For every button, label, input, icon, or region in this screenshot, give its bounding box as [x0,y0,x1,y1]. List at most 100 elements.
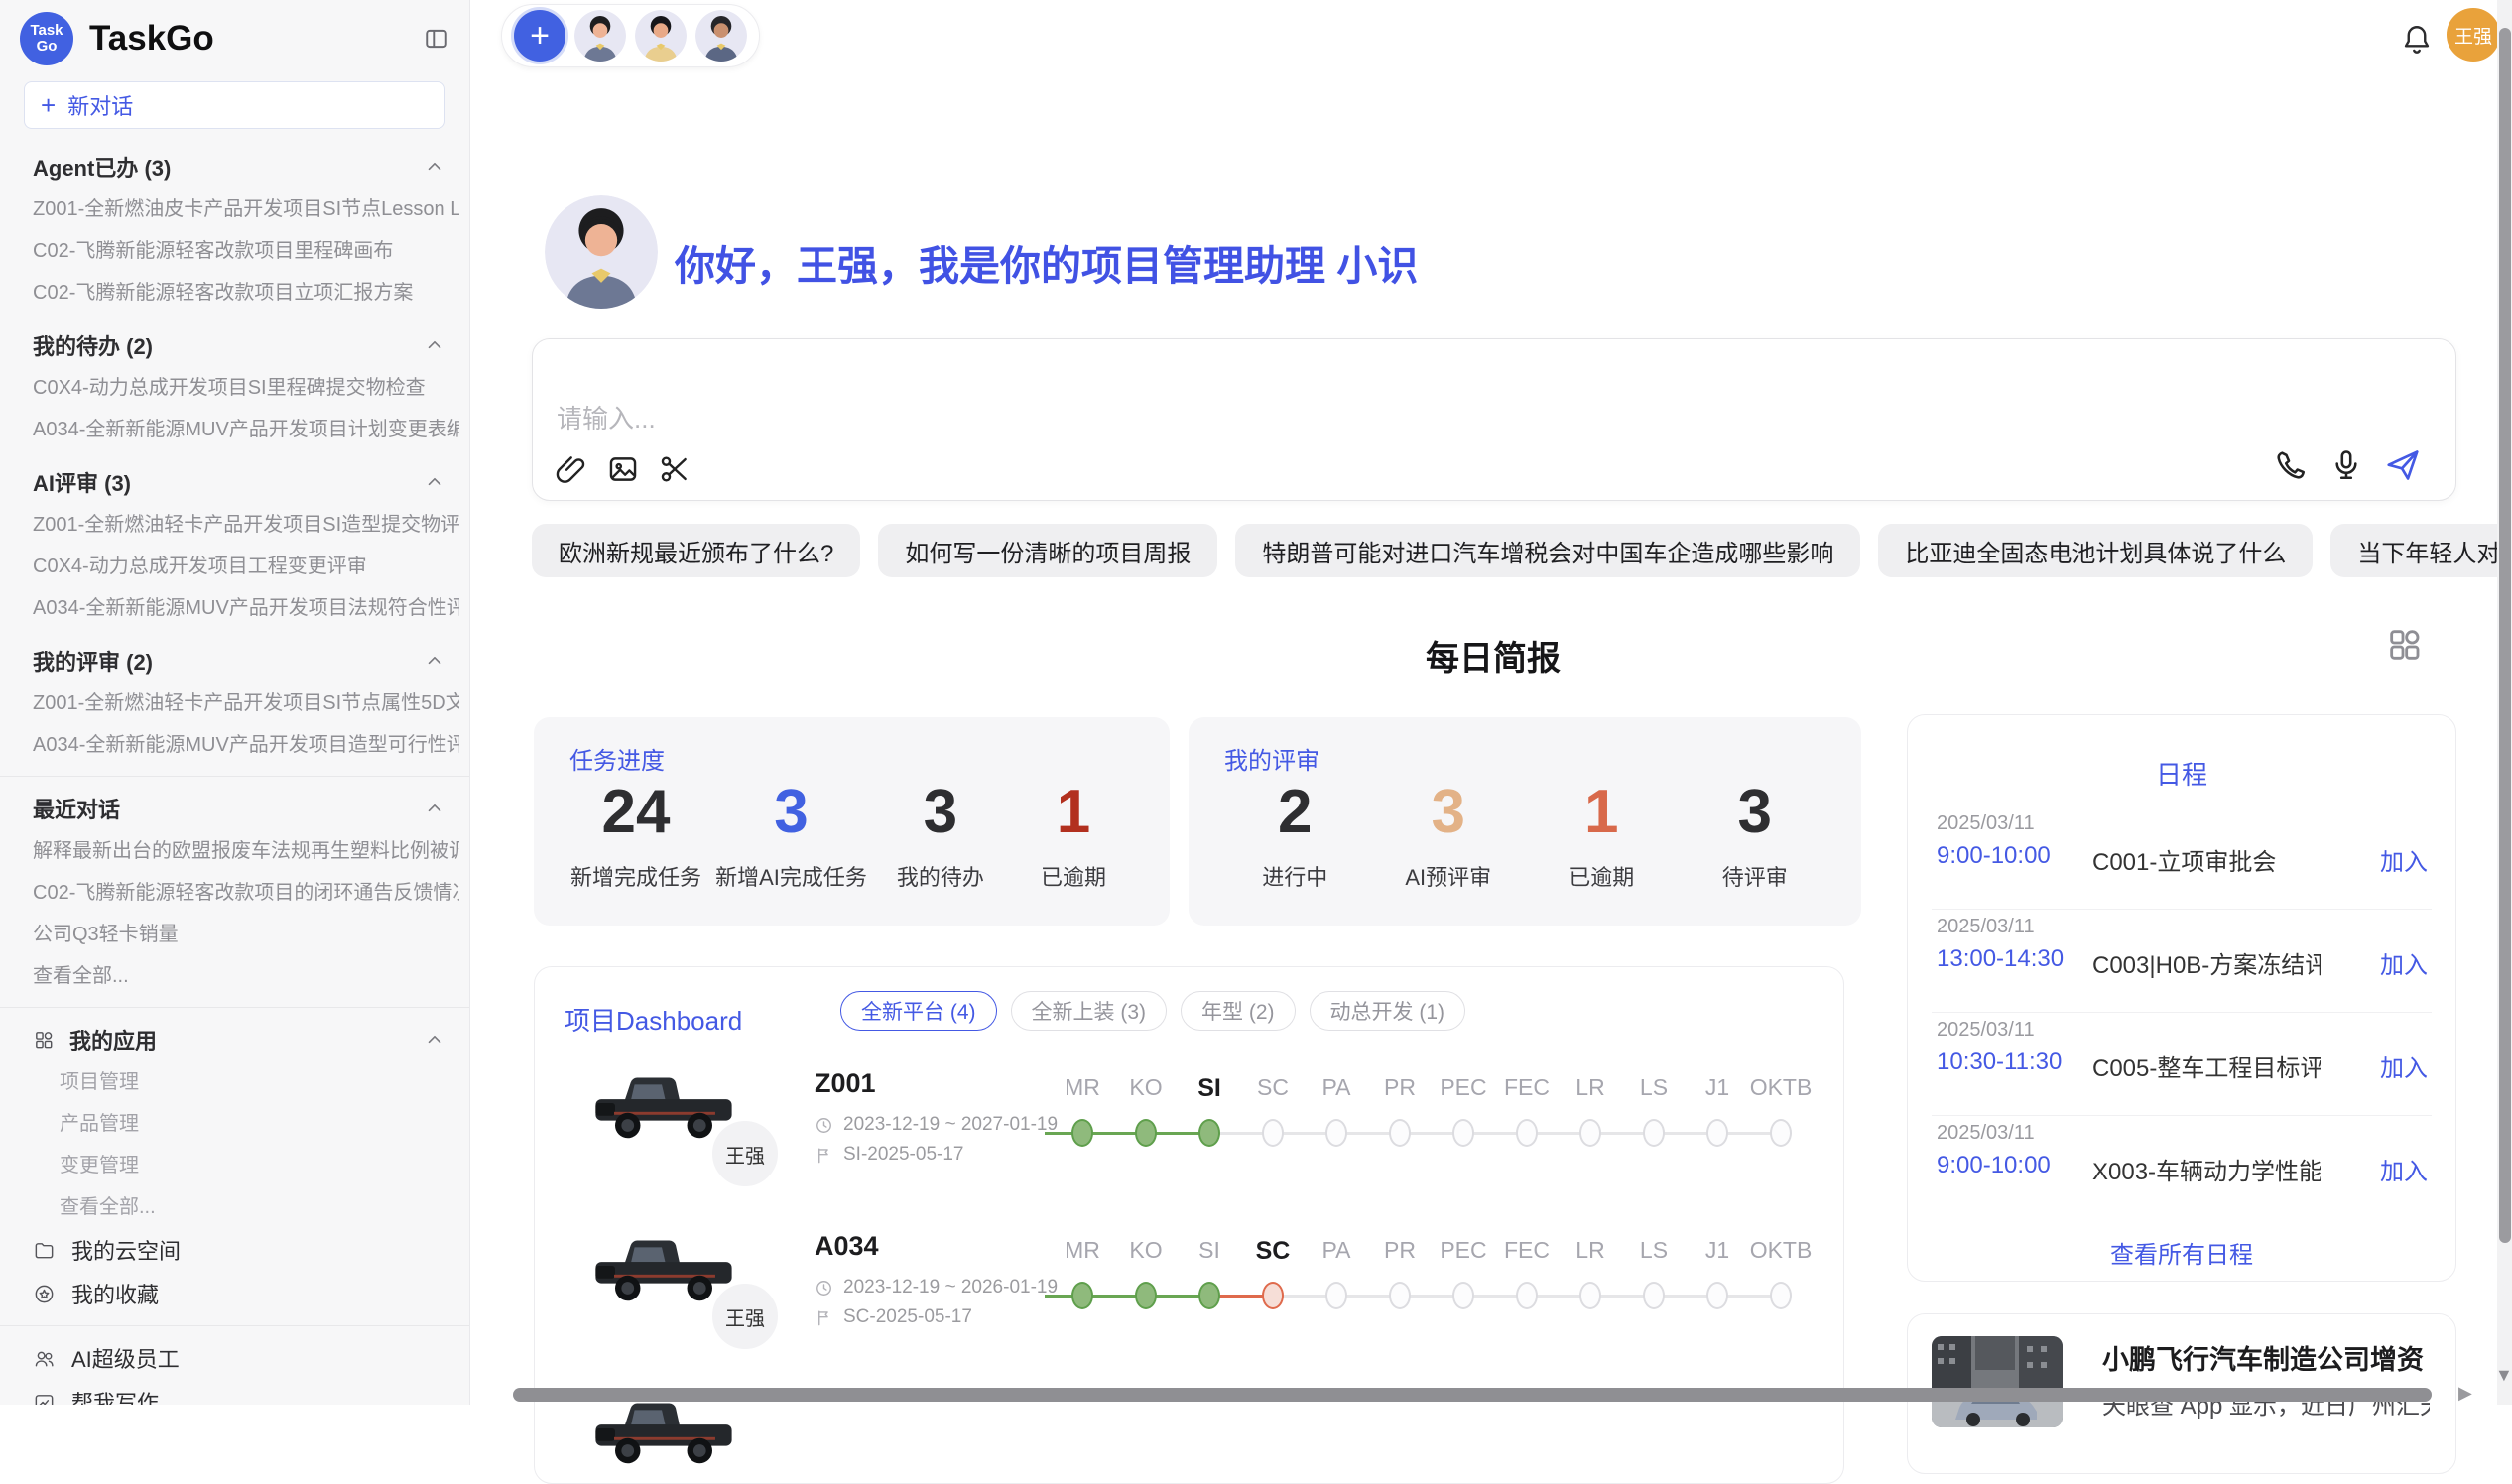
milestone-dot[interactable] [1389,1119,1411,1147]
chevron-up-icon[interactable] [424,1029,445,1051]
stat-label: 我的待办 [881,860,1000,892]
app-menu-item[interactable]: 项目管理 [60,1061,459,1103]
milestone-dot[interactable] [1516,1282,1538,1309]
suggestion-chip[interactable]: 欧洲新规最近颁布了什么? [532,524,860,577]
milestone-dot[interactable] [1262,1282,1284,1309]
join-meeting-link[interactable]: 加入 [2380,1152,2428,1186]
dashboard-tab[interactable]: 全新平台 (4) [840,991,997,1031]
scroll-down-arrow-icon[interactable]: ▼ [2495,1365,2512,1386]
vertical-scrollbar-thumb[interactable] [2499,28,2511,1243]
my-apps-header[interactable]: 我的应用 [33,1018,445,1061]
milestone-dot[interactable] [1325,1282,1347,1309]
milestone-dot[interactable] [1706,1119,1728,1147]
my-apps-title: 我的应用 [69,1024,157,1055]
milestone-dot[interactable] [1198,1119,1220,1147]
milestone-dot[interactable] [1579,1282,1601,1309]
send-icon[interactable] [2384,446,2422,484]
milestone-dot[interactable] [1770,1119,1792,1147]
mic-icon[interactable] [2328,447,2364,483]
chevron-up-icon[interactable] [424,650,445,672]
milestone-dot[interactable] [1643,1119,1665,1147]
horizontal-scrollbar-thumb[interactable] [513,1388,2432,1402]
suggestion-chip[interactable]: 特朗普可能对进口汽车增税会对中国车企造成哪些影响 [1235,524,1860,577]
agent-avatar-1[interactable] [574,10,626,62]
milestone-dot[interactable] [1706,1282,1728,1309]
milestone-dot[interactable] [1579,1119,1601,1147]
sidebar-task-item[interactable]: Z001-全新燃油皮卡产品开发项目SI节点Lesson Learn报告 [33,188,459,230]
stat-value: 3 [1696,779,1815,846]
sidebar-task-item[interactable]: A034-全新新能源MUV产品开发项目法规符合性评审 [33,587,459,629]
dashboard-tab[interactable]: 动总开发 (1) [1310,991,1466,1031]
milestone-dot[interactable] [1516,1119,1538,1147]
sidebar-task-item[interactable]: C0X4-动力总成开发项目SI里程碑提交物检查 [33,367,459,409]
chevron-up-icon[interactable] [424,156,445,178]
notification-bell-icon[interactable] [2399,22,2435,62]
sidebar-task-item[interactable]: C02-飞腾新能源轻客改款项目里程碑画布 [33,230,459,272]
app-menu-item[interactable]: 变更管理 [60,1145,459,1186]
phone-icon[interactable] [2273,447,2309,483]
schedule-item: 2025/03/119:00-10:00X003-车辆动力学性能验...加入 [1908,1116,2455,1219]
milestone-label: MR [1051,1237,1114,1266]
add-agent-button[interactable]: + [514,10,565,62]
milestone-label: LS [1622,1074,1686,1103]
sidebar-task-item[interactable]: A034-全新新能源MUV产品开发项目计划变更表编写 [33,409,459,450]
scroll-right-arrow-icon[interactable]: ▶ [2458,1383,2472,1404]
chevron-up-icon[interactable] [424,798,445,819]
sidebar-link-label: 我的云空间 [71,1234,181,1266]
join-meeting-link[interactable]: 加入 [2380,842,2428,877]
suggestion-chip[interactable]: 比亚迪全固态电池计划具体说了什么 [1878,524,2313,577]
milestone-dot[interactable] [1135,1119,1157,1147]
sidebar-task-item[interactable]: C02-飞腾新能源轻客改款项目立项汇报方案 [33,272,459,313]
recent-chat-item[interactable]: 解释最新出台的欧盟报废车法规再生塑料比例被调至15%... [33,830,459,872]
sidebar-tool-item[interactable]: 帮我写作 [33,1380,445,1405]
recent-chat-item[interactable]: 查看全部... [33,955,459,997]
sidebar-task-item[interactable]: Z001-全新燃油轻卡产品开发项目SI节点属性5D文件评审 [33,682,459,724]
app-menu-item[interactable]: 查看全部... [60,1186,459,1228]
project-code[interactable]: Z001 [815,1068,1058,1099]
dashboard-tab[interactable]: 全新上装 (3) [1011,991,1168,1031]
suggestion-chip[interactable]: 当下年轻人对汽车外观有怎样的喜好趋势 [2330,524,2512,577]
milestone-dot[interactable] [1071,1282,1093,1309]
recent-chat-item[interactable]: 公司Q3轻卡销量 [33,914,459,955]
chevron-up-icon[interactable] [424,334,445,356]
sidebar-link-cloud-folder[interactable]: 我的云空间 [33,1228,445,1272]
view-all-schedule-link[interactable]: 查看所有日程 [1908,1235,2455,1270]
project-code[interactable]: A034 [815,1231,1058,1262]
milestone-dot[interactable] [1135,1282,1157,1309]
join-meeting-link[interactable]: 加入 [2380,945,2428,980]
milestone-dot[interactable] [1071,1119,1093,1147]
scissors-icon[interactable] [658,452,691,486]
milestone-dot[interactable] [1325,1119,1347,1147]
sidebar-link-favorites[interactable]: 我的收藏 [33,1272,445,1315]
message-input[interactable] [555,397,2047,452]
join-meeting-link[interactable]: 加入 [2380,1049,2428,1083]
sidebar-tool-item[interactable]: AI超级员工 [33,1336,445,1380]
briefing-layout-icon[interactable] [2385,625,2425,670]
sidebar-task-item[interactable]: C0X4-动力总成开发项目工程变更评审 [33,546,459,587]
milestone-label: J1 [1686,1074,1749,1103]
milestone-dot[interactable] [1389,1282,1411,1309]
user-avatar[interactable]: 王强 [2447,8,2500,62]
stat-value: 24 [570,779,701,846]
sidebar-task-item[interactable]: Z001-全新燃油轻卡产品开发项目SI造型提交物评审 [33,504,459,546]
milestone-dot[interactable] [1198,1282,1220,1309]
dashboard-tab[interactable]: 年型 (2) [1181,991,1296,1031]
milestone-dot[interactable] [1452,1282,1474,1309]
stat-label: 已逾期 [1542,860,1661,892]
milestone-dot[interactable] [1262,1119,1284,1147]
collapse-sidebar-icon[interactable] [424,26,449,52]
new-chat-button[interactable]: + 新对话 [24,81,445,129]
sidebar-task-item[interactable]: A034-全新新能源MUV产品开发项目造型可行性评审 [33,724,459,766]
app-menu-item[interactable]: 产品管理 [60,1103,459,1145]
suggestion-chip[interactable]: 如何写一份清晰的项目周报 [878,524,1217,577]
milestone-dot[interactable] [1452,1119,1474,1147]
recent-chat-item[interactable]: C02-飞腾新能源轻客改款项目的闭环通告反馈情况 [33,872,459,914]
agent-avatar-2[interactable] [635,10,687,62]
agent-avatar-3[interactable] [695,10,747,62]
image-icon[interactable] [606,452,640,486]
stat-value: 1 [1542,779,1661,846]
milestone-dot[interactable] [1643,1282,1665,1309]
attach-icon[interactable] [555,452,588,486]
milestone-dot[interactable] [1770,1282,1792,1309]
chevron-up-icon[interactable] [424,471,445,493]
